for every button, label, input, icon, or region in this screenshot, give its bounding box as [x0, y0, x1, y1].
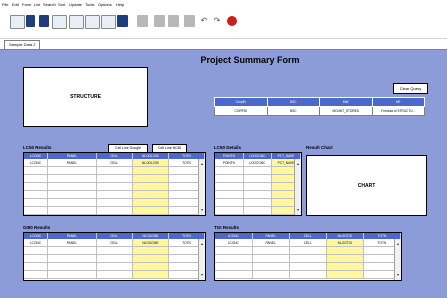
cell-cell[interactable]: CELL	[289, 239, 327, 247]
list-icon[interactable]	[39, 15, 49, 27]
lc50-details-label: LC50 Details	[214, 145, 242, 150]
scroll-up-icon[interactable]: ▴	[295, 161, 301, 167]
mw-field[interactable]: MOLWT_STORED	[319, 106, 373, 116]
table-row[interactable]: LCONC PANEL CELL NLOGGI50 TOTN	[24, 239, 205, 247]
panel-cell[interactable]: PANEL	[47, 239, 97, 247]
menu-options[interactable]: Options	[98, 2, 112, 7]
menu-form[interactable]: Form	[22, 2, 31, 7]
table-row[interactable]: LCONC PANEL CELL NLOGLC50 TOTN	[24, 159, 205, 167]
tgi-grid: LCONC PANEL CELL NLOGTGI TOTN LCONC PANE…	[214, 232, 402, 281]
table-icon[interactable]	[52, 15, 67, 29]
menu-sort[interactable]: Sort	[58, 2, 65, 7]
lc50-grid: LCONC PANEL CELL NLOGLC50 TOTN LCONC PAN…	[23, 152, 206, 216]
redo-icon[interactable]: ↷	[212, 15, 222, 27]
pen-icon[interactable]	[117, 15, 128, 27]
scroll-up-icon[interactable]: ▴	[199, 241, 205, 247]
logconc-cell[interactable]: LOGCONC	[243, 159, 272, 167]
gi50-grid: LCONC PANEL CELL NLOGGI50 TOTN LCONC PAN…	[23, 232, 206, 281]
table-row[interactable]: LCONC PANEL CELL NLOGTGI TOTN	[215, 239, 401, 247]
panel-cell[interactable]: PANEL	[252, 239, 290, 247]
result-chart-box: CHART	[306, 155, 427, 216]
scroll-up-icon[interactable]: ▴	[199, 161, 205, 167]
nsc-field[interactable]: NSC	[266, 106, 320, 116]
menu-tools[interactable]: Tools	[85, 2, 94, 7]
scroll-down-icon[interactable]: ▾	[395, 272, 401, 278]
page-title: Project Summary Form	[200, 55, 300, 65]
corpid-field[interactable]: CORPID	[214, 106, 268, 116]
database-icon[interactable]	[101, 15, 116, 29]
result-chart-label: Result Chart	[306, 145, 333, 150]
menu-bar: File Edit Form List Search Sort Update T…	[0, 0, 447, 10]
scroll-down-icon[interactable]: ▾	[199, 207, 205, 213]
nloggi50-cell[interactable]: NLOGGI50	[132, 239, 169, 247]
scrollbar[interactable]: ▴ ▾	[198, 239, 205, 280]
cell-cell[interactable]: CELL	[96, 159, 133, 167]
structure-box[interactable]: STRUCTURE	[23, 67, 148, 127]
find-icon[interactable]	[26, 15, 35, 27]
nlogtgi-cell[interactable]: NLOGTGI	[326, 239, 364, 247]
paste-icon[interactable]	[168, 15, 179, 27]
panel-cell[interactable]: PANEL	[47, 159, 97, 167]
tgi-results-label: TGI Results	[214, 225, 240, 230]
col-header: MF	[371, 97, 425, 107]
menu-list[interactable]: List	[34, 2, 40, 7]
compound-info-table: CorpID NSC MW MF CORPID NSC MOLWT_STORED…	[214, 97, 425, 116]
lc50-results-label: LC50 Results	[23, 145, 52, 150]
scroll-down-icon[interactable]: ▾	[199, 272, 205, 278]
lc50-details-grid: POINTN LOGCONC PCT_NAVE POINTN LOGCONC P…	[214, 152, 302, 216]
menu-help[interactable]: Help	[116, 2, 124, 7]
col-header: MW	[319, 97, 373, 107]
lconc-cell[interactable]: LCONC	[24, 159, 48, 167]
table-row[interactable]: POINTN LOGCONC PCT_NAVE	[215, 159, 301, 167]
mf-field[interactable]: Formula of STRUCTU...	[371, 106, 425, 116]
tab-sample-data[interactable]: Sample Data 2	[4, 40, 41, 49]
scroll-down-icon[interactable]: ▾	[295, 207, 301, 213]
undo-icon[interactable]: ↶	[199, 15, 209, 27]
menu-search[interactable]: Search	[43, 2, 56, 7]
records-icon[interactable]	[85, 15, 100, 29]
lconc-cell[interactable]: LCONC	[24, 239, 48, 247]
chart-placeholder: CHART	[357, 182, 376, 189]
lconc-cell[interactable]: LCONC	[215, 239, 253, 247]
gi50-results-label: GI50 Results	[23, 225, 51, 230]
menu-update[interactable]: Update	[69, 2, 82, 7]
copy-icon[interactable]	[154, 15, 165, 27]
scroll-up-icon[interactable]: ▴	[395, 241, 401, 247]
pointn-cell[interactable]: POINTN	[215, 159, 244, 167]
col-header: CorpID	[214, 97, 268, 107]
scrollbar[interactable]: ▴ ▾	[294, 159, 301, 215]
menu-file[interactable]: File	[2, 2, 8, 7]
tab-strip: Sample Data 2	[0, 39, 447, 50]
structure-label: STRUCTURE	[70, 94, 101, 100]
exit-icon[interactable]	[227, 16, 237, 26]
cell-cell[interactable]: CELL	[96, 239, 133, 247]
clear-query-button[interactable]: Clear Query	[393, 83, 428, 94]
delete-icon[interactable]	[184, 15, 195, 27]
new-record-icon[interactable]	[10, 15, 25, 29]
scrollbar[interactable]: ▴ ▾	[198, 159, 205, 215]
menu-edit[interactable]: Edit	[12, 2, 19, 7]
scrollbar[interactable]: ▴ ▾	[394, 239, 401, 280]
form-view-icon[interactable]	[69, 15, 84, 29]
nloglc50-cell[interactable]: NLOGLC50	[132, 159, 169, 167]
col-header: NSC	[266, 97, 320, 107]
toolbar	[0, 10, 447, 39]
cut-icon[interactable]	[137, 15, 148, 27]
